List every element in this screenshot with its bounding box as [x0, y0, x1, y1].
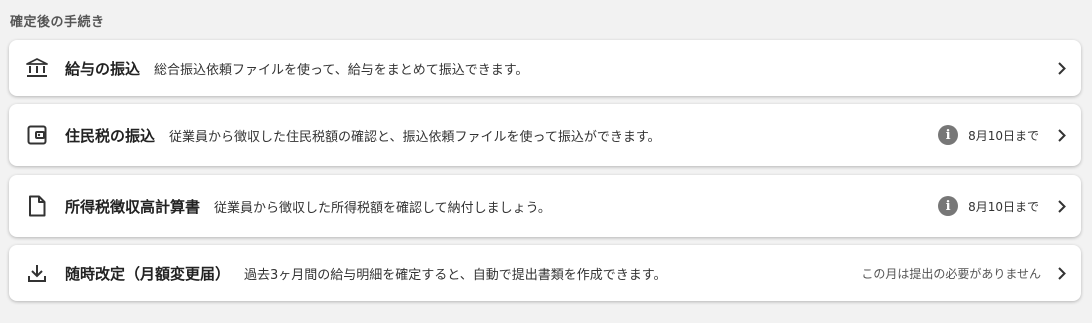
card-description: 過去3ヶ月間の給与明細を確定すると、自動で提出書類を作成できます。 — [244, 267, 667, 283]
wallet-icon — [26, 124, 48, 146]
card-description: 従業員から徴収した所得税額を確認して納付しましょう。 — [214, 200, 551, 216]
info-icon: i — [938, 196, 959, 216]
info-icon: i — [938, 125, 959, 145]
card-description: 従業員から徴収した住民税額の確認と、振込依頼ファイルを使って振込ができます。 — [169, 129, 661, 145]
card-title: 所得税徴収高計算書 — [65, 197, 201, 216]
download-icon — [26, 262, 48, 284]
salary-transfer-card[interactable]: 給与の振込 総合振込依頼ファイルを使って、給与をまとめて振込できます。 — [9, 40, 1081, 96]
card-title: 住民税の振込 — [65, 126, 156, 145]
chevron-right-icon — [1057, 199, 1067, 213]
monthly-revision-card[interactable]: 随時改定（月額変更届） 過去3ヶ月間の給与明細を確定すると、自動で提出書類を作成… — [9, 245, 1081, 301]
card-title: 随時改定（月額変更届） — [65, 264, 231, 283]
deadline-text: 8月10日まで — [968, 199, 1039, 214]
deadline-text: 8月10日まで — [968, 128, 1039, 143]
card-description: 総合振込依頼ファイルを使って、給与をまとめて振込できます。 — [154, 62, 529, 78]
section-title: 確定後の手続き — [10, 15, 105, 30]
status-note: この月は提出の必要がありません — [861, 266, 1041, 281]
card-title: 給与の振込 — [65, 59, 141, 78]
chevron-right-icon — [1057, 128, 1067, 142]
resident-tax-transfer-card[interactable]: 住民税の振込 従業員から徴収した住民税額の確認と、振込依頼ファイルを使って振込が… — [9, 104, 1081, 166]
document-icon — [26, 195, 48, 217]
income-tax-statement-card[interactable]: 所得税徴収高計算書 従業員から徴収した所得税額を確認して納付しましょう。 i 8… — [9, 175, 1081, 237]
chevron-right-icon — [1057, 266, 1067, 280]
bank-icon — [26, 57, 48, 79]
chevron-right-icon — [1057, 61, 1067, 75]
